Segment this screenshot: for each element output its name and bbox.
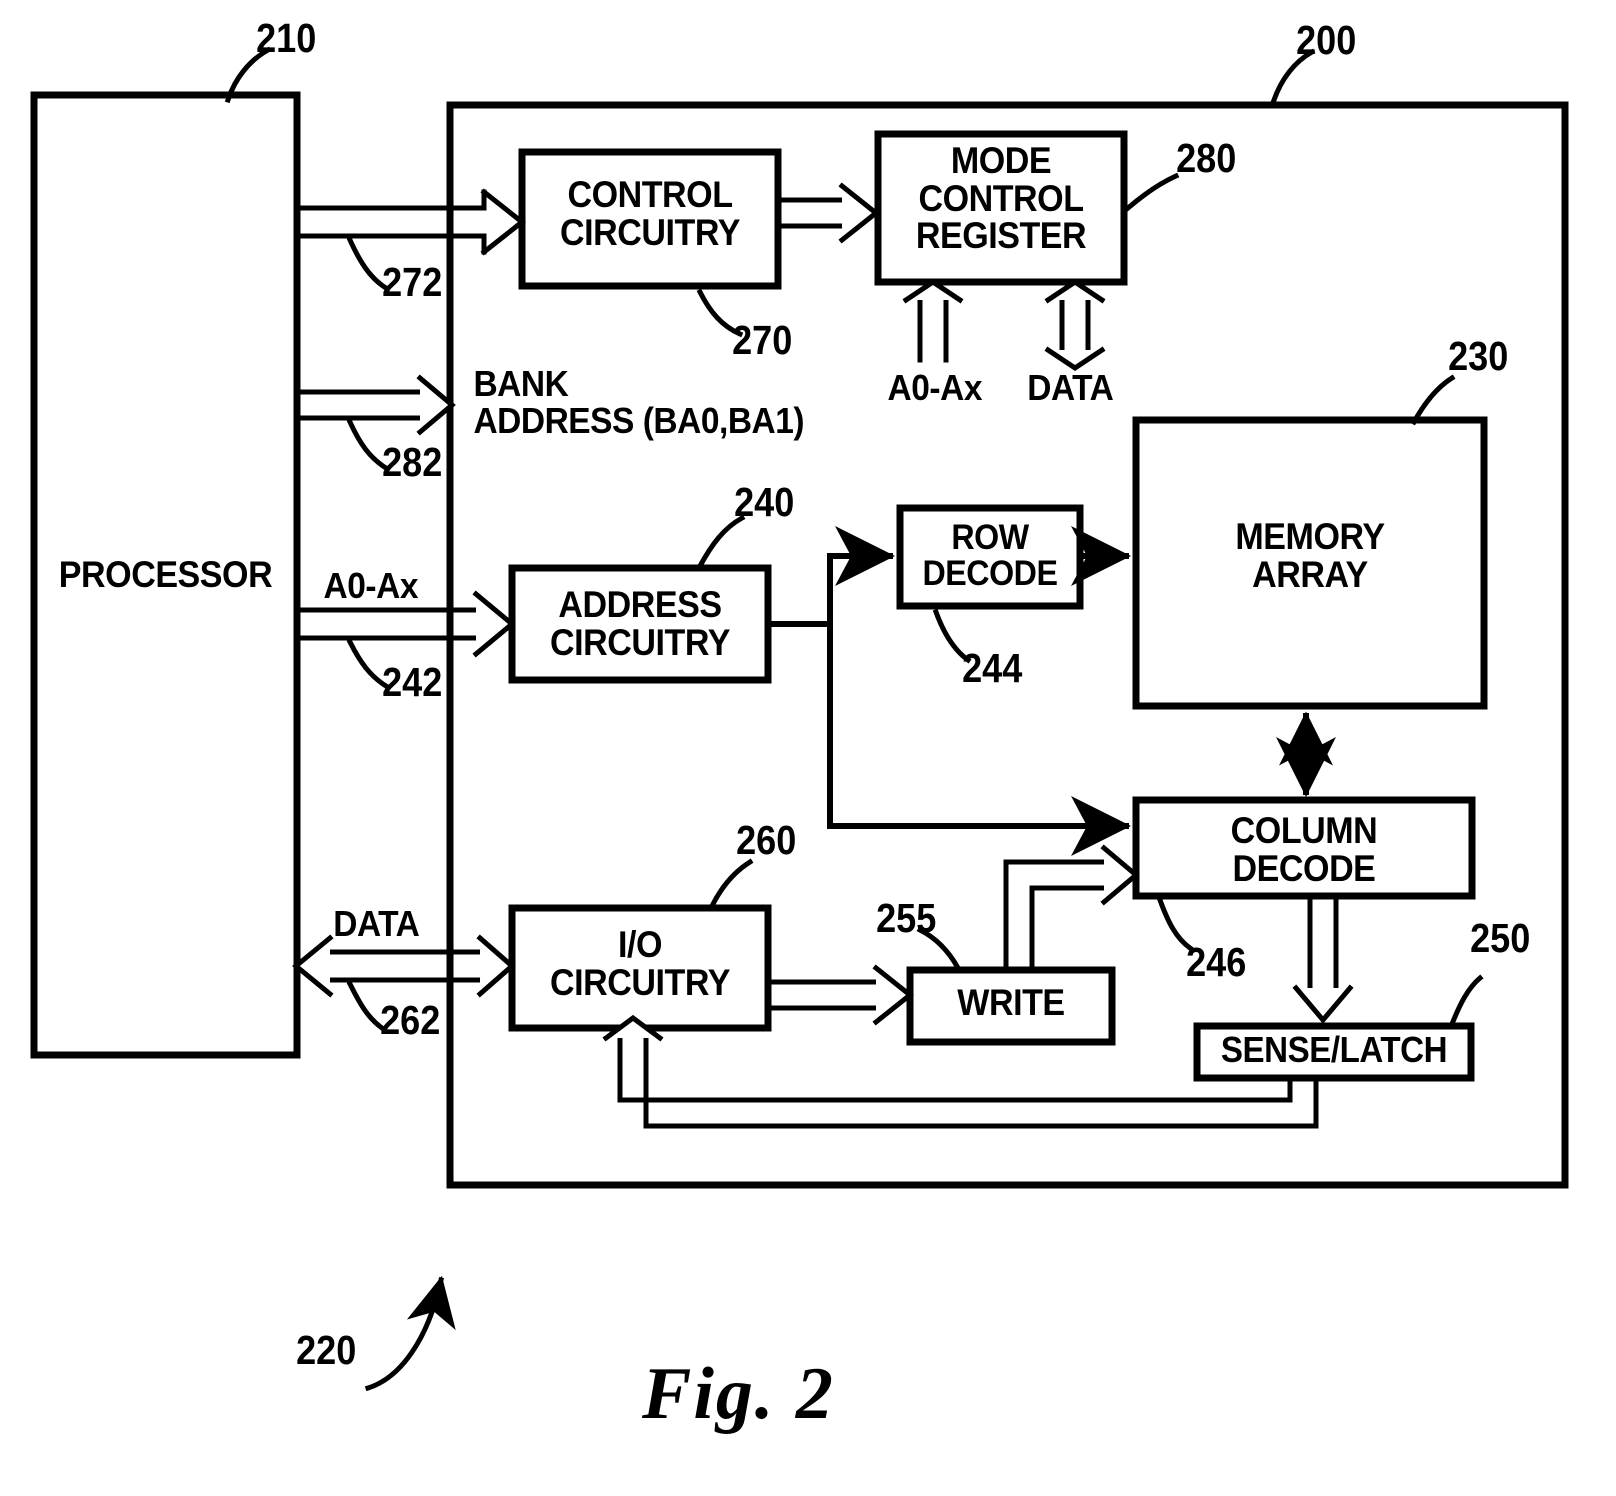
ref-262: 262 [380, 997, 441, 1043]
bus-272 [294, 188, 527, 256]
memory-array-label: MEMORY ARRAY [1235, 516, 1385, 595]
leader-280 [1124, 172, 1180, 212]
leader-262 [346, 980, 386, 1032]
leader-260 [708, 858, 754, 910]
ref-244: 244 [962, 645, 1023, 691]
bus-io-to-write [765, 964, 915, 1026]
ref-230: 230 [1448, 333, 1509, 379]
sense-latch-label: SENSE/LATCH [1220, 1029, 1448, 1070]
ref-242: 242 [382, 659, 443, 705]
ref-255: 255 [876, 895, 937, 941]
mcr-address-label: A0-Ax [887, 367, 983, 408]
ref-210: 210 [256, 15, 317, 61]
ref-240: 240 [734, 479, 795, 525]
bus-column-decode-to-sense [1292, 893, 1354, 1024]
write-label: WRITE [957, 982, 1065, 1023]
leader-272 [346, 236, 390, 292]
ref-260: 260 [736, 817, 797, 863]
mode-control-register-label: MODE CONTROL REGISTER [915, 140, 1087, 257]
leader-242 [346, 638, 390, 690]
ref-280: 280 [1176, 135, 1237, 181]
leader-230 [1410, 374, 1456, 426]
callout-220-arrow [364, 1275, 456, 1392]
address-bus-label: A0-Ax [323, 565, 419, 606]
patent-figure: PROCESSOR CONTROL CIRCUITRY MODE CONTROL… [0, 0, 1616, 1496]
figure-geometry [30, 46, 1569, 1392]
column-decode-label: COLUMN DECODE [1230, 810, 1378, 889]
ref-270: 270 [732, 317, 793, 363]
ref-282: 282 [382, 439, 443, 485]
row-decode-label: ROW DECODE [922, 518, 1058, 593]
ref-220: 220 [296, 1327, 357, 1373]
wire-address-to-row-decode [765, 526, 895, 627]
leader-240 [696, 514, 746, 570]
io-circuitry-label: I/O CIRCUITRY [550, 924, 730, 1003]
bus-control-to-mcr [775, 182, 881, 244]
leader-250 [1448, 974, 1484, 1028]
figure-caption: Fig. 2 [642, 1353, 835, 1435]
mcr-data-label: DATA [1027, 367, 1114, 408]
ref-200: 200 [1296, 17, 1357, 63]
leader-282 [346, 418, 390, 472]
bus-mcr-data [1044, 278, 1106, 372]
processor-label: PROCESSOR [58, 554, 273, 595]
bus-mcr-address [902, 278, 964, 363]
data-bus-label: DATA [333, 903, 420, 944]
ref-250: 250 [1470, 915, 1531, 961]
bus-282 [294, 374, 456, 436]
bus-write-to-column-decode [1003, 844, 1140, 971]
ref-272: 272 [382, 259, 443, 305]
bank-address-label: BANK ADDRESS (BA0,BA1) [473, 363, 805, 441]
bus-262 [292, 934, 516, 998]
ref-246: 246 [1186, 939, 1247, 985]
address-circuitry-label: ADDRESS CIRCUITRY [550, 584, 730, 663]
control-circuitry-label: CONTROL CIRCUITRY [560, 174, 740, 253]
